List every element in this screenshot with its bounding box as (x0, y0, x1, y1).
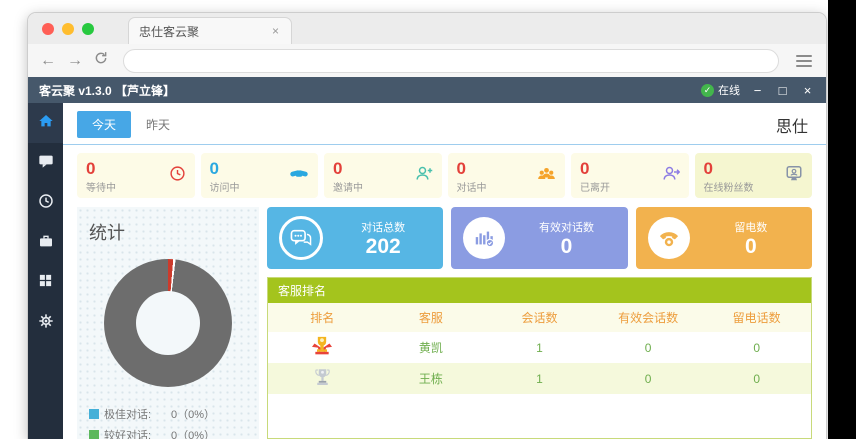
app-minimize-icon[interactable]: − (750, 83, 765, 98)
browser-tabstrip: 忠仕客云聚 × (28, 13, 826, 44)
legend-item: 较好对话: 0（0%） (89, 424, 247, 439)
gold-trophy-icon (268, 335, 377, 360)
card-phone-leads[interactable]: 留电数 0 (636, 207, 812, 269)
card-label: 对话总数 (335, 219, 431, 235)
sessions-value: 1 (485, 372, 594, 386)
url-input[interactable] (123, 49, 779, 73)
card-label: 留电数 (702, 219, 800, 235)
col-valid-sessions: 有效会话数 (594, 309, 703, 326)
donut-legend: 极佳对话: 0（0%） 较好对话: 0（0%） 一般对话: 0（0%） (89, 403, 247, 439)
user-plus-icon (415, 164, 433, 187)
close-window-icon[interactable] (42, 23, 54, 35)
grid-icon (38, 273, 53, 293)
silver-trophy-icon (268, 368, 377, 390)
card-value: 0 (702, 235, 800, 258)
clock-icon (38, 193, 54, 214)
brand-label: 思仕 (776, 113, 812, 137)
col-sessions: 会话数 (485, 309, 594, 326)
gear-icon (38, 313, 54, 334)
sidebar-item-home[interactable] (28, 103, 63, 143)
online-status-label: 在线 (718, 82, 740, 98)
tab-today[interactable]: 今天 (77, 111, 131, 138)
table-row[interactable]: 王栋 1 0 0 (268, 363, 811, 394)
browser-tab[interactable]: 忠仕客云聚 × (128, 17, 292, 44)
card-value: 202 (335, 235, 431, 258)
sidebar-item-settings[interactable] (28, 303, 63, 343)
screen-letterbox (828, 0, 856, 439)
stat-card-inviting[interactable]: 0 邀请中 (324, 153, 442, 198)
ranking-title: 客服排名 (268, 278, 811, 303)
app-title: 客云聚 v1.3.0 【芦立锋】 (39, 82, 175, 99)
bar-chart-icon (463, 217, 505, 259)
sidebar (28, 103, 63, 439)
conversation-quality-donut-chart (104, 259, 232, 387)
valid-sessions-value: 0 (594, 372, 703, 386)
col-phones: 留电话数 (702, 309, 811, 326)
stat-card-online-fans[interactable]: 0 在线粉丝数 (695, 153, 813, 198)
app-close-icon[interactable]: × (800, 83, 815, 98)
briefcase-icon (38, 233, 54, 254)
phones-value: 0 (702, 341, 811, 355)
statistics-panel: 统计 极佳对话: 0（0%） 较好对话: 0（0%） (77, 207, 259, 439)
sidebar-item-history[interactable] (28, 183, 63, 223)
stat-card-visiting[interactable]: 0 访问中 (201, 153, 319, 198)
card-label: 有效对话数 (517, 219, 615, 235)
stat-card-chatting[interactable]: 0 对话中 (448, 153, 566, 198)
stats-row: 0 等待中 0 访问中 0 邀请中 0 对话中 (63, 145, 826, 200)
period-tabs: 今天 昨天 思仕 (63, 103, 826, 145)
reload-icon[interactable] (94, 51, 108, 70)
minimize-window-icon[interactable] (62, 23, 74, 35)
card-valid-conversations[interactable]: 有效对话数 0 (451, 207, 627, 269)
phones-value: 0 (702, 372, 811, 386)
agent-name: 王栋 (377, 370, 486, 387)
tab-close-icon[interactable]: × (270, 24, 281, 38)
col-rank: 排名 (268, 309, 377, 326)
back-icon[interactable]: ← (40, 53, 56, 69)
id-card-icon (785, 164, 803, 187)
browser-toolbar: ← → (28, 44, 826, 77)
sidebar-item-workspace[interactable] (28, 223, 63, 263)
online-check-icon: ✓ (701, 84, 714, 97)
stat-card-left[interactable]: 0 已离开 (571, 153, 689, 198)
legend-swatch (89, 430, 99, 439)
summary-cards: 对话总数 202 有效对话数 0 (267, 207, 812, 269)
chat-icon (38, 153, 54, 174)
app-titlebar: 客云聚 v1.3.0 【芦立锋】 ✓ 在线 − □ × (28, 77, 826, 103)
card-value: 0 (517, 235, 615, 258)
forward-icon[interactable]: → (67, 53, 83, 69)
handshake-icon (289, 165, 309, 186)
col-agent: 客服 (377, 309, 486, 326)
sidebar-item-apps[interactable] (28, 263, 63, 303)
tab-yesterday[interactable]: 昨天 (131, 111, 185, 138)
card-total-conversations[interactable]: 对话总数 202 (267, 207, 443, 269)
legend-item: 极佳对话: 0（0%） (89, 403, 247, 424)
home-icon (38, 113, 54, 134)
traffic-lights (42, 13, 94, 44)
browser-window: 忠仕客云聚 × ← → 客云聚 v1.3.0 【芦立锋】 ✓ 在线 − □ × (28, 13, 826, 439)
zoom-window-icon[interactable] (82, 23, 94, 35)
statistics-title: 统计 (89, 219, 247, 245)
menu-icon[interactable] (794, 53, 814, 69)
clock-icon (169, 165, 186, 187)
valid-sessions-value: 0 (594, 341, 703, 355)
agent-name: 黄凯 (377, 339, 486, 356)
table-row[interactable]: 黄凯 1 0 0 (268, 332, 811, 363)
user-arrow-icon (662, 164, 680, 187)
sidebar-item-chats[interactable] (28, 143, 63, 183)
agent-ranking-panel: 客服排名 排名 客服 会话数 有效会话数 留电话数 黄凯 (267, 277, 812, 439)
legend-swatch (89, 409, 99, 419)
chat-bubbles-icon (279, 216, 323, 260)
sessions-value: 1 (485, 341, 594, 355)
phone-icon (648, 217, 690, 259)
online-status: ✓ 在线 (701, 82, 740, 98)
tab-title: 忠仕客云聚 (139, 23, 270, 40)
stat-card-waiting[interactable]: 0 等待中 (77, 153, 195, 198)
users-icon (537, 165, 556, 186)
app-maximize-icon[interactable]: □ (775, 83, 790, 98)
ranking-header-row: 排名 客服 会话数 有效会话数 留电话数 (268, 303, 811, 332)
